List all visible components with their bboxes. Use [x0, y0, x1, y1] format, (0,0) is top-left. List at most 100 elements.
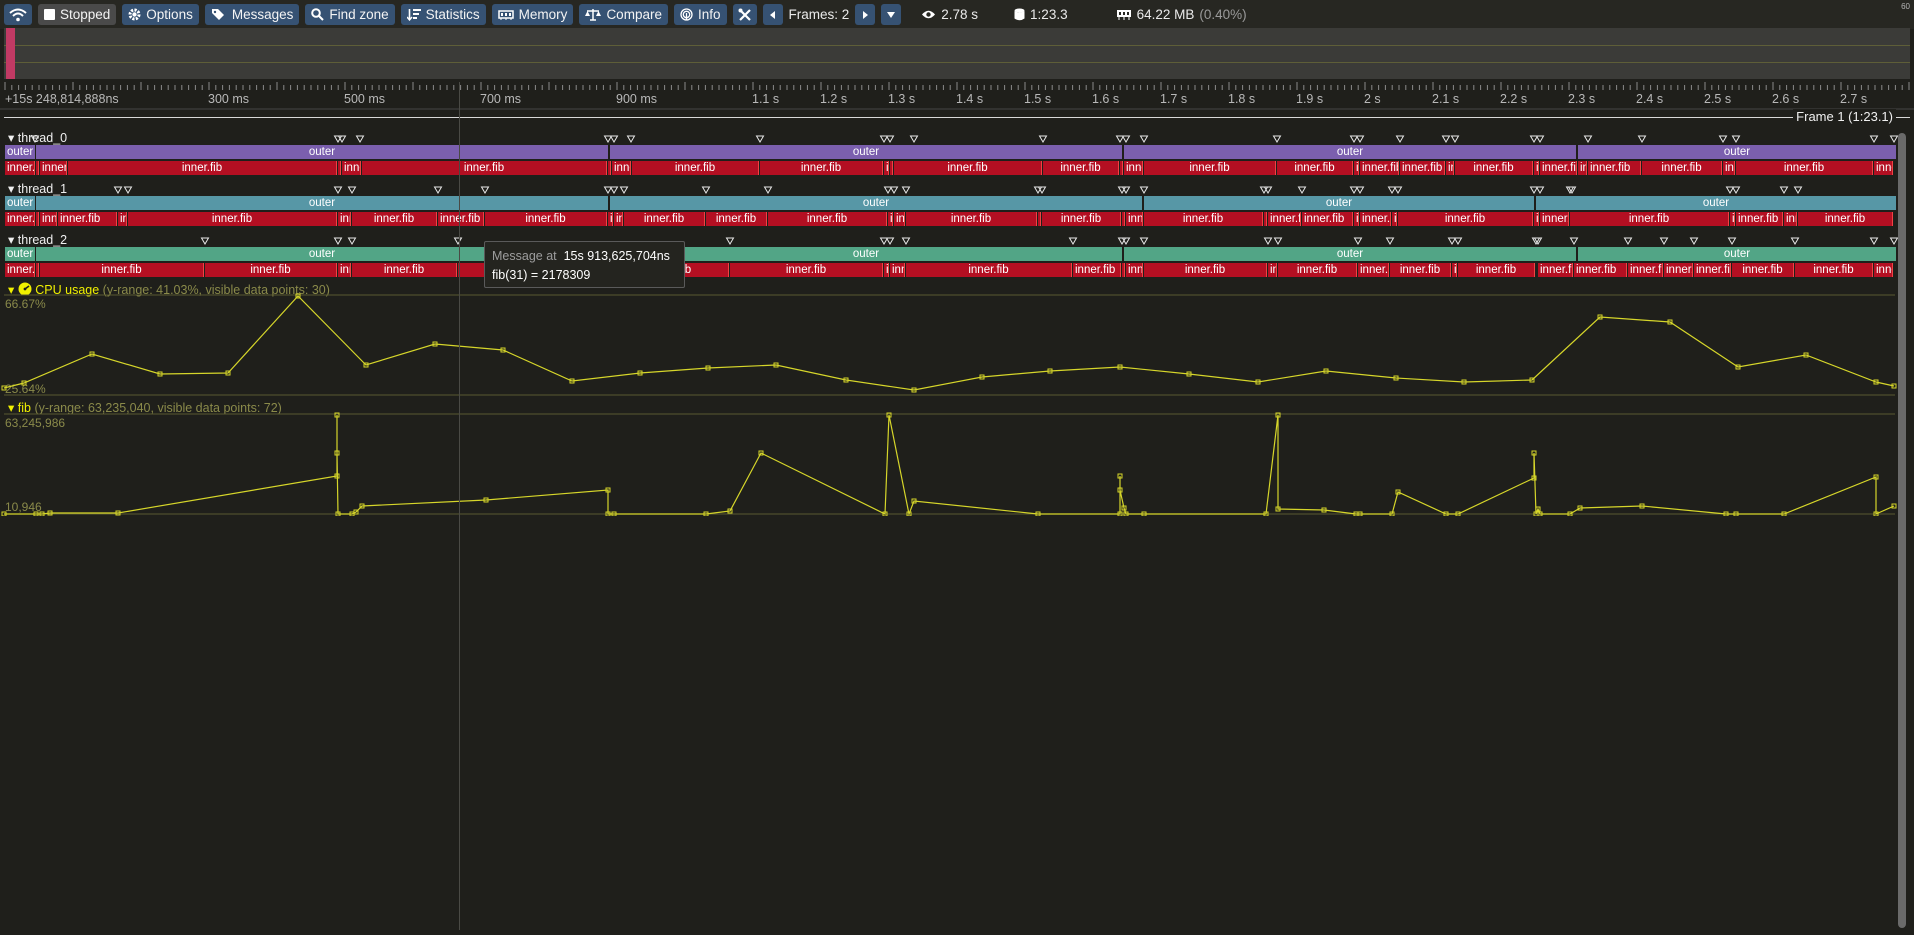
zone-inner-fib[interactable]: inner.fib — [890, 161, 893, 175]
zone-inner-fib[interactable]: inner.fib — [1302, 212, 1353, 226]
zone-inner-fib[interactable]: inner.fib — [5, 161, 35, 175]
zone-inner-fib[interactable]: inner.fib — [1144, 212, 1263, 226]
zone-inner-fib[interactable]: inner.fib — [1390, 263, 1451, 277]
next-frame-button[interactable] — [855, 4, 876, 25]
zone-inner-fib[interactable]: inner.fib — [362, 161, 607, 175]
zone-inner-fib[interactable]: inner.fib — [1144, 161, 1276, 175]
zone-outer[interactable]: outer — [610, 145, 1122, 159]
zone-inner-fib[interactable]: inner.fib — [888, 212, 893, 226]
zone-inner-fib[interactable]: inner.fib — [1578, 161, 1587, 175]
zone-inner-fib[interactable]: inner.fib — [1574, 263, 1627, 277]
zone-outer[interactable]: outer — [36, 145, 608, 159]
timeline-scrollbar[interactable] — [1898, 133, 1906, 928]
thread-header[interactable]: ▾ thread_0 — [8, 130, 67, 145]
zone-inner-fib[interactable]: inner.fib — [1628, 263, 1663, 277]
zone-inner-fib[interactable]: inner.fib — [730, 263, 883, 277]
zone-inner-fib[interactable]: inner.fib — [342, 161, 361, 175]
zone-inner-fib[interactable]: inner.fib — [1694, 263, 1731, 277]
zone-inner-fib[interactable]: inner.fib — [1268, 263, 1277, 277]
stopped-button[interactable]: Stopped — [38, 4, 117, 25]
zone-inner-fib[interactable]: inner.fib — [352, 212, 437, 226]
zone-inner-fib[interactable]: inner.fib — [36, 212, 39, 226]
zone-inner-fib[interactable]: inner.fib — [1122, 212, 1125, 226]
zone-inner-fib[interactable]: inner.fib — [40, 263, 204, 277]
zone-outer[interactable]: outer — [1578, 145, 1896, 159]
zone-inner-fib[interactable]: inner.fib — [1534, 212, 1539, 226]
zone-inner-fib[interactable]: inner.fib — [1570, 212, 1729, 226]
zone-outer[interactable]: outer — [5, 145, 35, 159]
zone-inner-fib[interactable]: inner.fib — [890, 263, 905, 277]
zone-inner-fib[interactable]: inner.fib — [118, 212, 127, 226]
zone-inner-fib[interactable]: inner.fib — [1392, 212, 1397, 226]
options-button[interactable]: Options — [122, 4, 199, 25]
zone-inner-fib[interactable]: inner.fib — [205, 263, 337, 277]
zone-inner-fib[interactable]: inner.fib — [485, 212, 607, 226]
zone-outer[interactable]: outer — [1536, 196, 1896, 210]
zone-outer[interactable]: outer — [5, 247, 35, 261]
zone-inner-fib[interactable]: inner.fib — [1795, 263, 1873, 277]
zone-inner-fib[interactable]: inner.fib — [438, 212, 484, 226]
zone-inner-fib[interactable]: inner.fib — [1268, 212, 1301, 226]
zone-inner-fib[interactable]: inner.fib — [5, 212, 35, 226]
zone-inner-fib[interactable]: inner.fib — [1358, 263, 1389, 277]
zone-inner-fib[interactable]: inner.fib — [40, 212, 57, 226]
zone-inner-fib[interactable]: inner.fib — [614, 212, 623, 226]
zone-inner-fib[interactable]: inner.fib — [1354, 161, 1359, 175]
zone-inner-fib[interactable]: inner.fib — [1120, 161, 1123, 175]
zone-inner-fib[interactable]: inner.fib — [608, 161, 611, 175]
zone-inner-fib[interactable]: inner.fib — [1784, 212, 1797, 226]
find-zone-button[interactable]: Find zone — [305, 4, 395, 25]
zone-inner-fib[interactable]: inner.fib — [338, 161, 341, 175]
zone-inner-fib[interactable]: inner.fib — [1398, 212, 1533, 226]
zone-inner-fib[interactable]: inner.fib — [128, 212, 337, 226]
zone-outer[interactable]: outer — [1124, 247, 1576, 261]
zone-inner-fib[interactable]: inner.fib — [1874, 263, 1893, 277]
zone-inner-fib[interactable]: inner.fib — [1540, 212, 1569, 226]
zone-inner-fib[interactable]: inner.fib — [1354, 212, 1359, 226]
memory-button[interactable]: Memory — [491, 4, 574, 25]
zone-inner-fib[interactable]: inner.fib — [1732, 263, 1794, 277]
zone-inner-fib[interactable]: inner.fib — [58, 212, 117, 226]
zone-inner-fib[interactable]: inner.fib — [1043, 161, 1119, 175]
zone-inner-fib[interactable]: inner.fib — [1277, 161, 1353, 175]
zone-inner-fib[interactable]: inner.fib — [1540, 161, 1577, 175]
messages-button[interactable]: Messages — [204, 4, 300, 25]
zone-inner-fib[interactable]: inner.fib — [624, 212, 705, 226]
zone-inner-fib[interactable]: inner.fib — [1278, 263, 1357, 277]
zone-inner-fib[interactable]: inner.fib — [1458, 263, 1535, 277]
frame-marker[interactable] — [6, 28, 15, 79]
zone-inner-fib[interactable]: inner.fib — [706, 212, 767, 226]
fib-plot[interactable] — [0, 406, 1914, 516]
zone-inner-fib[interactable]: inner.fib — [5, 263, 35, 277]
zone-inner-fib[interactable]: inner.fib — [1874, 161, 1893, 175]
prev-frame-button[interactable] — [762, 4, 783, 25]
zone-outer[interactable]: outer — [5, 196, 35, 210]
zone-outer[interactable]: outer — [1144, 196, 1534, 210]
zone-inner-fib[interactable]: inner.fib — [1126, 263, 1143, 277]
zone-inner-fib[interactable]: inner.fib — [906, 263, 1072, 277]
frame-overview[interactable] — [4, 28, 1910, 79]
zone-inner-fib[interactable]: inner.fib — [352, 263, 457, 277]
zone-inner-fib[interactable]: inner.fib — [1736, 161, 1873, 175]
zone-inner-fib[interactable]: inner.fib — [1642, 161, 1722, 175]
zone-inner-fib[interactable]: inner.fib — [1038, 212, 1041, 226]
zone-inner-fib[interactable]: inner.fib — [1126, 212, 1143, 226]
zone-inner-fib[interactable]: inner.fib — [1042, 212, 1121, 226]
statistics-button[interactable]: Statistics — [400, 4, 486, 25]
zone-inner-fib[interactable]: inner.fib — [1664, 263, 1693, 277]
zone-inner-fib[interactable]: inner.fib — [608, 212, 613, 226]
zone-inner-fib[interactable]: inner.fib — [768, 212, 887, 226]
connection-button[interactable] — [4, 4, 32, 25]
zone-inner-fib[interactable]: inner.fib — [1360, 212, 1391, 226]
info-button[interactable]: Info — [673, 4, 727, 25]
thread-header[interactable]: ▾ thread_1 — [8, 181, 67, 196]
zone-outer[interactable]: outer — [1124, 145, 1576, 159]
zone-inner-fib[interactable]: inner.fib — [1455, 161, 1533, 175]
time-ruler[interactable]: +15s 248,814,888ns 300 ms 500 ms 700 ms … — [0, 82, 1914, 110]
zone-inner-fib[interactable]: inner.fib — [1144, 263, 1267, 277]
zone-inner-fib[interactable]: inner.fib — [894, 161, 1042, 175]
zone-inner-fib[interactable]: inner.fib — [1124, 161, 1143, 175]
zone-inner-fib[interactable]: inner.fib — [1452, 263, 1457, 277]
zone-inner-fib[interactable]: inner.fib — [1360, 161, 1399, 175]
zone-inner-fib[interactable]: inner.fib — [338, 263, 351, 277]
